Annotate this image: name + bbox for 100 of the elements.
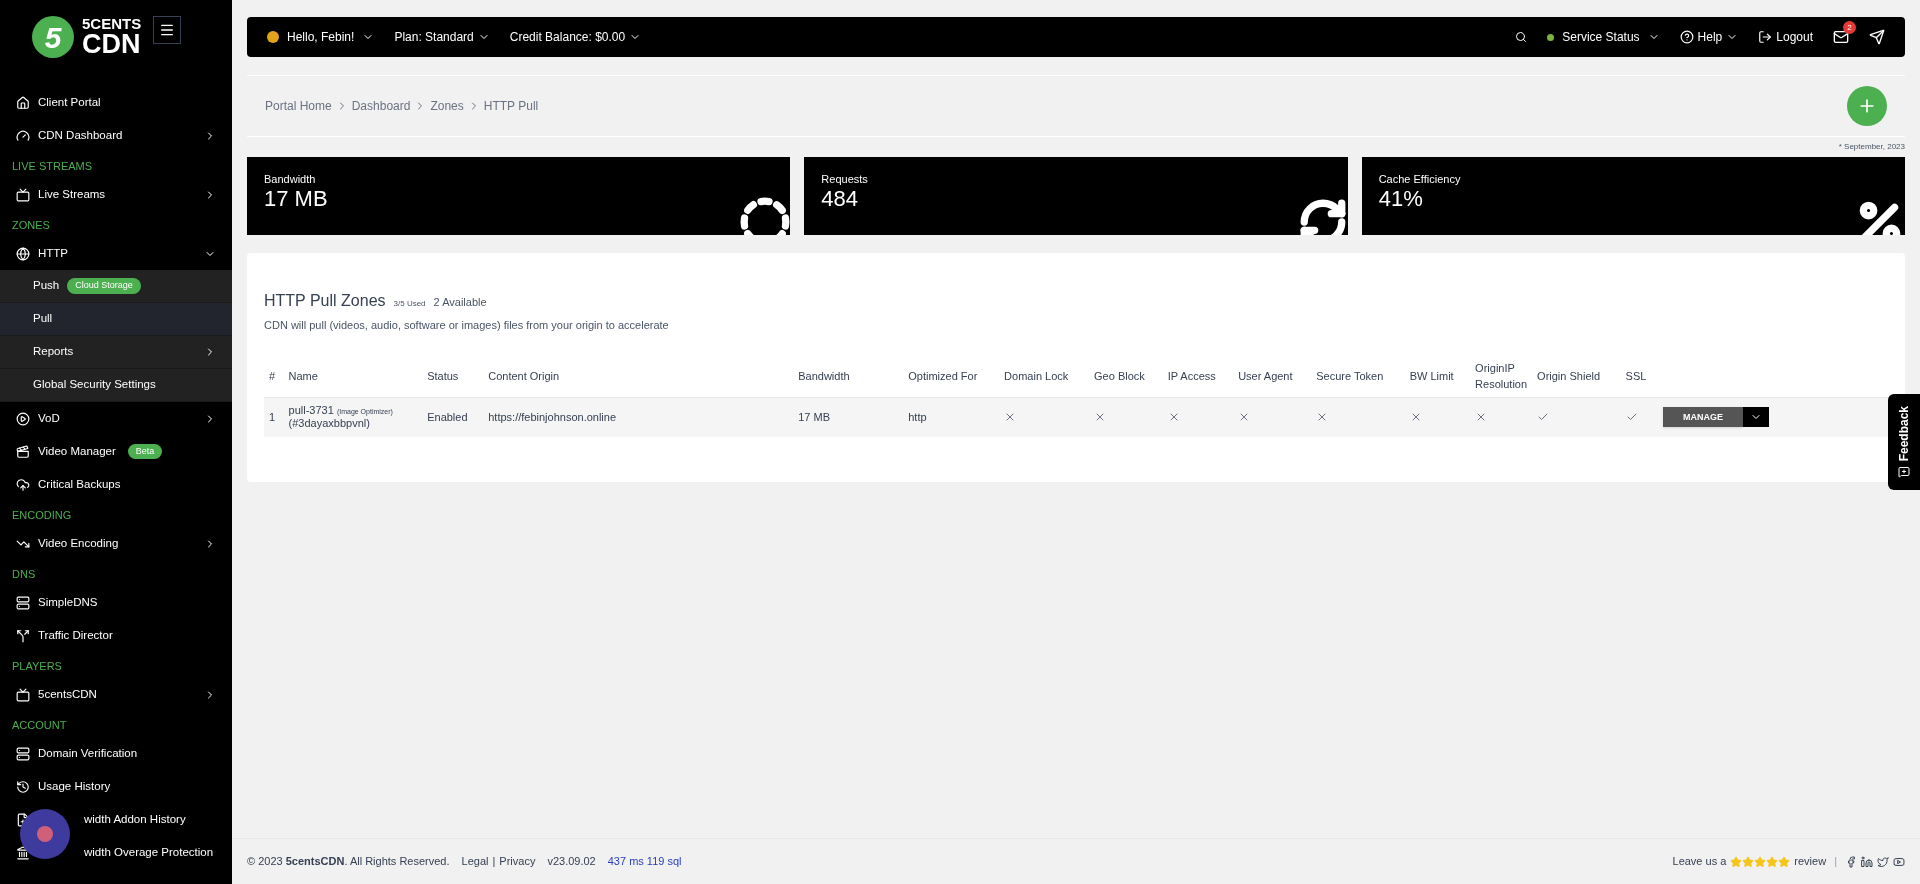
column-header: Secure Token — [1311, 355, 1405, 397]
sidebar-label: width Addon History — [84, 811, 186, 827]
youtube-icon[interactable] — [1893, 855, 1905, 868]
logout-button[interactable]: Logout — [1758, 28, 1813, 46]
sidebar-item[interactable]: Critical Backups — [0, 468, 232, 501]
dropdown-button[interactable] — [1743, 407, 1769, 428]
submenu-item[interactable]: Global Security Settings — [0, 369, 232, 402]
send-icon[interactable] — [1869, 29, 1885, 45]
logo-top-text: 5CENTS — [82, 16, 142, 31]
sidebar-item[interactable]: Video Manager Beta — [0, 435, 232, 468]
breadcrumb-link[interactable]: Zones — [430, 97, 464, 115]
circle-icon — [740, 197, 791, 235]
section-heading: ENCODING — [11, 507, 73, 523]
breadcrumb-link[interactable]: Dashboard — [351, 97, 411, 115]
column-header: Name — [283, 355, 423, 397]
column-header: Bandwidth — [793, 355, 904, 397]
review-text: Leave us a — [1672, 854, 1727, 870]
stat-value: 41% — [1378, 187, 1424, 210]
manage-button[interactable]: MANAGE — [1663, 407, 1743, 428]
section-heading: DNS — [11, 566, 37, 582]
credit-menu[interactable]: Credit Balance: $0.00 — [509, 28, 642, 46]
sidebar-item[interactable]: Live Streams — [0, 178, 232, 211]
period-note: * September, 2023 — [1838, 141, 1905, 153]
home-icon — [16, 95, 30, 110]
section-heading: PLAYERS — [11, 658, 63, 674]
column-header: Content Origin — [483, 355, 794, 397]
sidebar-label: HTTP — [38, 245, 69, 261]
mail-button[interactable] — [1833, 29, 1849, 45]
menu-button[interactable] — [153, 16, 182, 44]
link-separator: | — [492, 854, 496, 870]
version-text: v23.09.02 — [547, 854, 596, 870]
sidebar-item[interactable]: Video Encoding — [0, 527, 232, 560]
submenu-item[interactable]: Pull — [0, 303, 232, 336]
section-heading: LIVE STREAMS — [11, 158, 94, 174]
linkedin-icon[interactable] — [1861, 855, 1873, 868]
breadcrumb-link[interactable]: HTTP Pull — [483, 97, 539, 115]
history-icon — [16, 779, 30, 794]
column-header: # — [264, 355, 284, 397]
twitter-icon[interactable] — [1877, 855, 1889, 868]
breadcrumb-link[interactable]: Portal Home — [265, 97, 332, 115]
stat-label: Bandwidth — [264, 172, 317, 187]
submenu-label: Reports — [33, 344, 74, 360]
sidebar-label: SimpleDNS — [38, 594, 98, 610]
server-icon — [16, 595, 30, 610]
legal-link[interactable]: Legal — [461, 853, 489, 870]
bank-icon — [16, 845, 30, 860]
privacy-link[interactable]: Privacy — [499, 853, 536, 870]
copyright-text: © 2023 5centsCDN. All Rights Reserved. — [247, 854, 450, 870]
logo-bottom-text: CDN — [82, 31, 142, 58]
star-rating[interactable] — [1730, 855, 1791, 868]
available-count: 2 Available — [433, 295, 487, 310]
facebook-icon[interactable] — [1845, 855, 1857, 868]
submenu-item[interactable]: Reports — [0, 336, 232, 369]
feedback-tab[interactable]: Feedback — [1888, 394, 1920, 490]
tag: Cloud Storage — [67, 278, 141, 294]
section-heading: ZONES — [11, 217, 51, 233]
panel-title: HTTP Pull Zones — [264, 291, 386, 311]
help-icon — [1679, 30, 1694, 44]
table-cell: 17 MB — [793, 397, 904, 437]
record-button[interactable] — [20, 809, 70, 859]
sidebar-item[interactable]: Domain Verification — [0, 737, 232, 770]
sidebar-label: Domain Verification — [38, 745, 138, 761]
plan-menu[interactable]: Plan: Standard — [394, 28, 490, 46]
sidebar-item[interactable]: Usage History — [0, 770, 232, 803]
message-plus-icon — [1898, 465, 1910, 478]
split-icon — [16, 628, 30, 643]
sidebar-label: width Overage Protection — [84, 844, 214, 860]
sidebar-item[interactable]: width Overage Protection — [0, 836, 232, 869]
stat-value: 484 — [821, 187, 860, 210]
sidebar-item[interactable]: 5centsCDN — [0, 678, 232, 711]
globe-icon — [16, 246, 30, 261]
gauge-icon — [16, 128, 30, 143]
zone-id: (#3dayaxbbpvnl) — [288, 417, 371, 431]
sidebar-item[interactable]: SimpleDNS — [0, 586, 232, 619]
user-menu[interactable]: Hello, Febin! — [267, 28, 375, 46]
play-icon — [16, 411, 30, 426]
logo-mark: 5 — [32, 16, 74, 58]
stat-label: Cache Efficiency — [1378, 172, 1462, 187]
submenu-item[interactable]: Push Cloud Storage — [0, 270, 232, 303]
submenu-label: Push — [33, 278, 60, 294]
sidebar-item[interactable]: CDN Dashboard — [0, 119, 232, 152]
search-icon[interactable] — [1515, 31, 1528, 43]
column-header: Origin Shield — [1532, 355, 1621, 397]
tv-icon — [16, 187, 30, 202]
social-separator: | — [1834, 854, 1837, 870]
sidebar-label: VoD — [38, 410, 60, 426]
sidebar-label: 5centsCDN — [38, 686, 97, 702]
service-status-menu[interactable]: Service Status — [1547, 28, 1660, 46]
review-text: review — [1794, 854, 1827, 870]
sidebar-label: Critical Backups — [38, 476, 121, 492]
sidebar-item[interactable]: Client Portal — [0, 86, 232, 119]
sidebar-item[interactable]: HTTP — [0, 237, 232, 270]
table-cell: http — [903, 397, 1000, 437]
usage-count: 3/5 Used — [393, 298, 426, 310]
column-header: SSL — [1620, 355, 1658, 397]
column-header: Optimized For — [903, 355, 1000, 397]
sidebar-item[interactable]: VoD — [0, 402, 232, 435]
column-header: IP Access — [1162, 355, 1234, 397]
help-menu[interactable]: Help — [1679, 28, 1739, 46]
sidebar-item[interactable]: Traffic Director — [0, 619, 232, 652]
